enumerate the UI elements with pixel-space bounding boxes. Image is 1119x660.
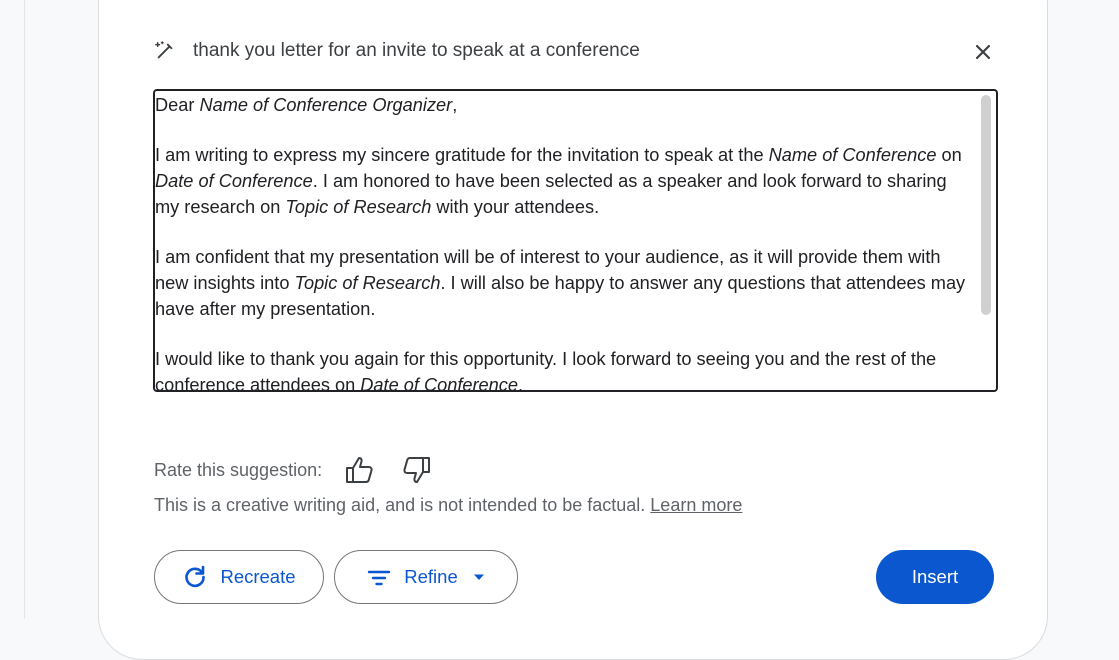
letter-paragraph-3: I would like to thank you again for this… [155, 349, 937, 392]
recreate-button[interactable]: Recreate [154, 550, 324, 604]
magic-wand-pencil-icon [155, 41, 173, 59]
letter-paragraph-1: I am writing to express my sincere grati… [155, 145, 962, 217]
disclaimer-text: This is a creative writing aid, and is n… [154, 495, 742, 516]
refine-dropdown-button[interactable]: Refine [334, 550, 518, 604]
prompt-text: thank you letter for an invite to speak … [193, 40, 640, 61]
rate-suggestion-row: Rate this suggestion: [154, 452, 456, 488]
recreate-label: Recreate [220, 566, 296, 587]
rate-label: Rate this suggestion: [154, 459, 323, 480]
filter-lines-icon [368, 570, 391, 586]
thumbs-up-icon[interactable] [344, 454, 376, 486]
letter-paragraph-2: I am confident that my presentation will… [155, 247, 966, 319]
learn-more-link[interactable]: Learn more [650, 495, 742, 515]
scrollbar-thumb[interactable] [981, 95, 991, 315]
close-icon[interactable] [972, 41, 994, 63]
disclaimer-label: This is a creative writing aid, and is n… [154, 495, 646, 515]
page-divider [24, 0, 25, 619]
letter-content: Dear Name of Conference Organizer, I am … [155, 92, 973, 392]
insert-button[interactable]: Insert [876, 550, 994, 604]
generated-letter-textarea[interactable]: Dear Name of Conference Organizer, I am … [153, 89, 998, 392]
refine-label: Refine [404, 566, 458, 587]
letter-salutation: Dear Name of Conference Organizer, [155, 95, 458, 115]
dialog-header: thank you letter for an invite to speak … [154, 38, 640, 64]
thumbs-down-icon[interactable] [400, 454, 432, 486]
refresh-icon [185, 565, 206, 588]
letter-scrollbar[interactable] [981, 95, 992, 386]
chevron-down-icon [473, 574, 484, 580]
